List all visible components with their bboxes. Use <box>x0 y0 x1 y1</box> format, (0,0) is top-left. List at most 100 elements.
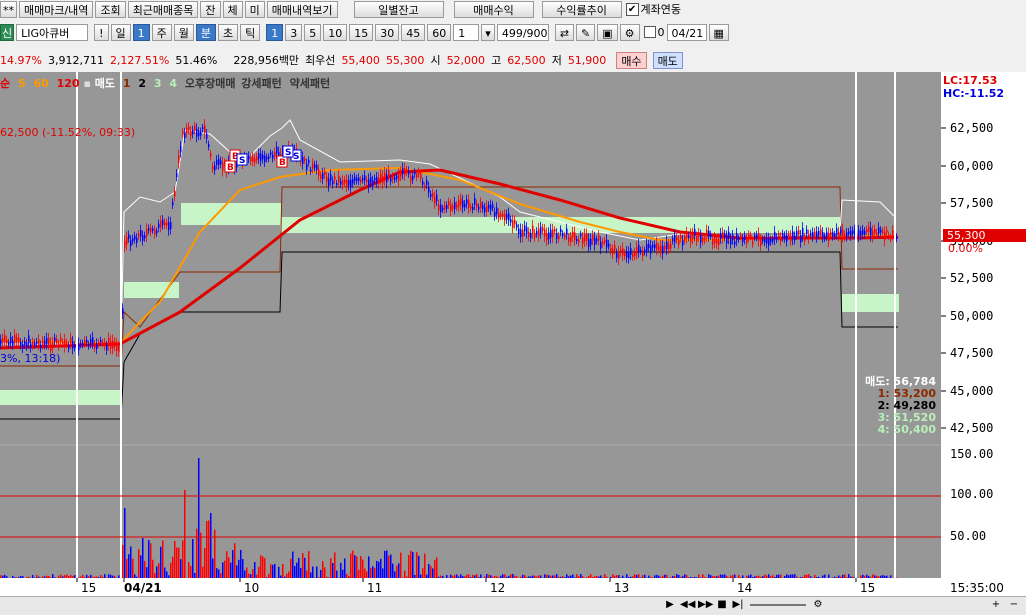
candle-body <box>140 230 142 236</box>
support-band <box>842 294 899 312</box>
candle-body <box>636 247 638 254</box>
candle-body <box>576 239 578 241</box>
high-label: 고 <box>491 52 501 68</box>
volume-bar <box>496 576 498 578</box>
volume-bar <box>836 577 838 578</box>
menu-prefix[interactable]: ** <box>0 1 17 18</box>
volume-bar <box>532 576 534 578</box>
volume-bar <box>610 577 612 578</box>
volume-bar <box>270 564 272 578</box>
tab-trade-mark[interactable]: 매매마크/내역 <box>19 1 93 18</box>
rewind-icon[interactable]: ◀◀ <box>680 599 692 611</box>
period-minute-button[interactable]: 분 <box>196 24 216 41</box>
interval-30-button[interactable]: 30 <box>375 24 399 41</box>
volume-bar <box>548 575 550 578</box>
date-checkbox[interactable] <box>644 26 656 38</box>
price-chart[interactable]: BBBSSS 62,50060,00057,50055,00052,50050,… <box>0 72 1026 596</box>
candle-body <box>608 244 610 247</box>
candle-body <box>310 170 312 172</box>
chart-tool-icon[interactable]: ⇄ <box>555 24 574 41</box>
interval-1-button[interactable]: 1 <box>266 24 283 41</box>
candle-body <box>578 239 580 242</box>
save-icon[interactable]: ▣ <box>597 24 617 41</box>
interval-45-button[interactable]: 45 <box>401 24 425 41</box>
sell-button[interactable]: 매도 <box>653 52 683 69</box>
fast-forward-icon[interactable]: ▶▶ <box>698 599 710 611</box>
volume-bar <box>254 562 256 578</box>
volume-bar <box>252 569 254 578</box>
interval-10-button[interactable]: 10 <box>323 24 347 41</box>
volume-bar <box>538 575 540 578</box>
volume-bar <box>488 575 490 578</box>
candle-body <box>668 244 670 249</box>
candle-body <box>516 225 518 228</box>
tab-unfilled[interactable]: 미 <box>245 1 265 18</box>
volume-bar <box>468 574 470 578</box>
candle-body <box>786 235 788 241</box>
zoom-slider[interactable] <box>750 604 806 606</box>
support-band <box>0 390 121 405</box>
candle-body <box>568 237 570 241</box>
tab-balance[interactable]: 잔 <box>200 1 220 18</box>
interval-dropdown-icon[interactable]: ▾ <box>481 24 495 41</box>
candle-body <box>724 234 726 238</box>
zoom-out-icon[interactable]: − <box>1008 599 1020 611</box>
period-month-button[interactable]: 월 <box>174 24 194 41</box>
count-field[interactable]: 499/900 <box>497 24 549 41</box>
settings-icon[interactable]: ⚙ <box>812 599 824 611</box>
volume-bar <box>852 577 854 578</box>
candle-body <box>670 244 672 249</box>
candle-body <box>18 338 20 343</box>
account-link-checkbox[interactable]: ✔ <box>626 3 639 16</box>
zoom-in-icon[interactable]: + <box>990 599 1002 611</box>
volume-bar <box>440 576 442 578</box>
interval-5-button[interactable]: 5 <box>304 24 321 41</box>
candle-body <box>146 229 148 236</box>
candle-body <box>424 186 426 188</box>
period-day-button[interactable]: 일 <box>111 24 131 41</box>
date-field[interactable]: 04/21 <box>667 24 707 41</box>
interval-15-button[interactable]: 15 <box>349 24 373 41</box>
play-icon[interactable]: ▶ <box>664 599 676 611</box>
candle-body <box>828 233 830 241</box>
candle-body <box>206 134 208 139</box>
candle-body <box>840 230 842 233</box>
daily-balance-button[interactable]: 일별잔고 <box>354 1 444 18</box>
candle-body <box>700 235 702 243</box>
gear-icon[interactable]: ⚙ <box>620 24 640 41</box>
interval-select[interactable]: 1 <box>453 24 479 41</box>
query-button[interactable]: 조회 <box>95 1 125 18</box>
volume-bar <box>878 576 880 578</box>
candle-body <box>742 238 744 242</box>
candle-body <box>618 252 620 259</box>
draw-tool-icon[interactable]: ✎ <box>576 24 595 41</box>
candle-body <box>404 168 406 175</box>
period-tick-button[interactable]: 틱 <box>240 24 260 41</box>
tab-filled[interactable]: 체 <box>223 1 243 18</box>
sell-marker: S <box>283 146 293 158</box>
volume-bar <box>78 577 80 578</box>
volume-bar <box>100 575 102 578</box>
candle-body <box>648 244 650 248</box>
buy-button[interactable]: 매수 <box>616 52 646 69</box>
candle-body <box>564 235 566 237</box>
candle-body <box>362 178 364 180</box>
profit-rate-button[interactable]: 수익률추이 <box>542 1 622 18</box>
period-second-button[interactable]: 초 <box>218 24 238 41</box>
code-prefix[interactable]: 신 <box>0 24 14 41</box>
stock-name-field[interactable]: LIG아큐버 <box>16 24 88 41</box>
step-icon[interactable]: ▶| <box>732 599 744 611</box>
interval-3-button[interactable]: 3 <box>285 24 302 41</box>
period-value-select[interactable]: 1 <box>133 24 150 41</box>
trade-profit-button[interactable]: 매매수익 <box>454 1 534 18</box>
tab-recent-stocks[interactable]: 최근매매종목 <box>128 1 199 18</box>
calendar-icon[interactable]: ▦ <box>709 24 729 41</box>
period-week-button[interactable]: 주 <box>152 24 172 41</box>
alert-button[interactable]: ! <box>94 24 108 41</box>
volume-bar <box>636 575 638 578</box>
tab-trade-history[interactable]: 매매내역보기 <box>267 1 338 18</box>
volume-bar <box>82 575 84 578</box>
stop-icon[interactable]: ■ <box>716 599 728 611</box>
interval-60-button[interactable]: 60 <box>427 24 451 41</box>
volume-bar <box>202 567 204 578</box>
